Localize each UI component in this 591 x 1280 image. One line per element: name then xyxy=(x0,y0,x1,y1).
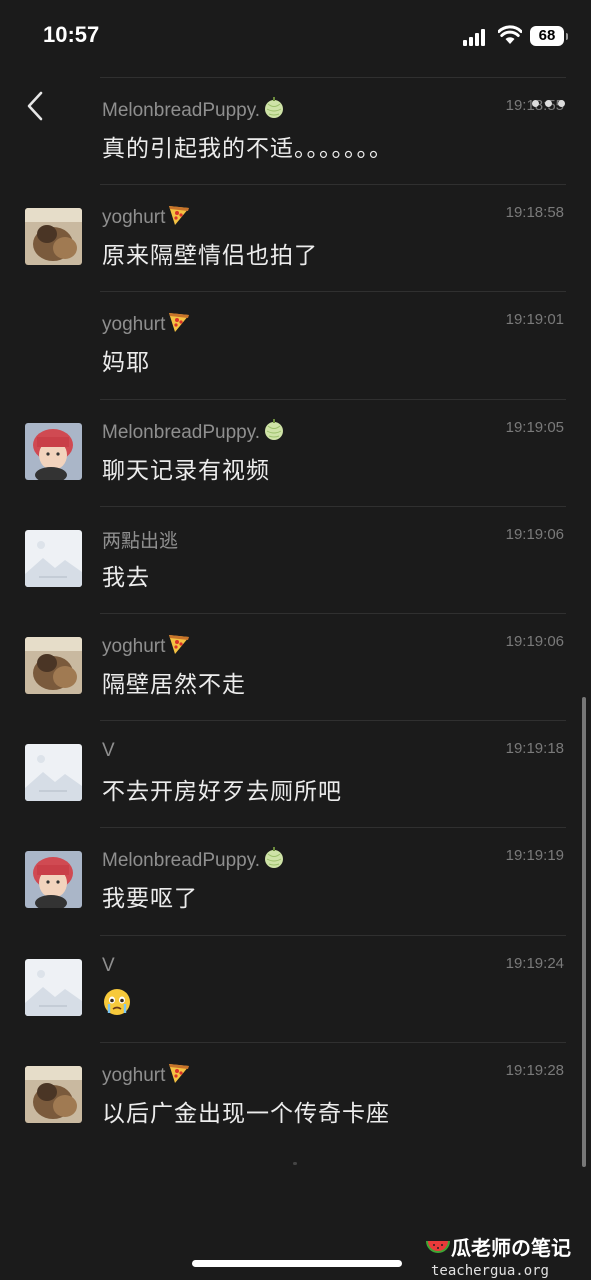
watermark-title-text: 瓜老师の笔记 xyxy=(451,1236,571,1260)
message-timestamp: 19:18:58 xyxy=(505,204,564,222)
more-options-button[interactable] xyxy=(532,100,568,110)
message-text xyxy=(102,987,132,1023)
cellular-signal-icon xyxy=(463,28,489,46)
sender-name[interactable]: yoghurt xyxy=(102,204,191,229)
message-text: 妈耶 xyxy=(102,350,150,377)
sender-name-text: V xyxy=(102,954,115,976)
message-text: 真的引起我的不适。。。。。。。 xyxy=(102,136,393,162)
message-timestamp: 19:19:06 xyxy=(505,633,564,650)
divider xyxy=(100,1041,566,1043)
melon-icon xyxy=(265,97,284,118)
message-item[interactable]: V 19:19:18 不去开房好歹去厕所吧 xyxy=(0,720,591,827)
sender-name[interactable]: yoghurt xyxy=(102,1062,191,1087)
message-timestamp: 19:19:18 xyxy=(505,740,564,758)
melon-icon xyxy=(265,418,284,440)
message-text: 聊天记录有视频 xyxy=(102,457,270,484)
avatar[interactable] xyxy=(25,422,82,480)
message-text: 以后广金出现一个传奇卡座 xyxy=(102,1100,390,1127)
message-text: 我去 xyxy=(102,564,150,591)
divider xyxy=(100,77,566,78)
message-timestamp: 19:19:06 xyxy=(505,525,564,543)
message-item[interactable]: yoghurt 19:18:58 原来隔壁情侣也拍了 xyxy=(0,184,591,291)
crying-face-icon xyxy=(104,988,130,1015)
message-text: 不去开房好歹去厕所吧 xyxy=(102,779,342,806)
pizza-icon xyxy=(169,206,190,226)
message-item[interactable]: yoghurt 19:19:06 隔壁居然不走 xyxy=(0,613,591,720)
sender-name-text: V xyxy=(102,740,115,762)
battery-indicator: 68 xyxy=(530,26,568,46)
sender-name[interactable]: V xyxy=(102,740,115,762)
sender-name-text: yoghurt xyxy=(102,1064,166,1086)
message-text: 原来隔壁情侣也拍了 xyxy=(102,243,318,270)
watermark-url: teachergua.org xyxy=(430,1263,549,1279)
sender-name-text: MelonbreadPuppy. xyxy=(102,100,261,121)
message-timestamp: 19:19:05 xyxy=(505,418,564,436)
message-item[interactable]: yoghurt 19:19:28 以后广金出现一个传奇卡座 xyxy=(0,1041,591,1149)
message-timestamp: 19:19:01 xyxy=(505,311,564,329)
message-item[interactable]: MelonbreadPuppy. 19:19:19 我要呕了 xyxy=(0,827,591,934)
watermelon-icon xyxy=(426,1241,450,1253)
sender-name-text: yoghurt xyxy=(102,636,166,657)
sender-name-text: yoghurt xyxy=(102,314,166,336)
avatar[interactable] xyxy=(25,529,82,587)
sender-name-text: yoghurt xyxy=(102,207,166,229)
divider xyxy=(100,827,566,829)
watermark-title: 瓜老师の笔记 xyxy=(405,1232,571,1261)
sender-name[interactable]: yoghurt xyxy=(102,311,191,336)
divider xyxy=(100,398,566,400)
message-item[interactable]: 两點出逃 19:19:06 我去 xyxy=(0,505,591,613)
sender-name-text: MelonbreadPuppy. xyxy=(102,421,261,443)
scrollbar[interactable] xyxy=(582,697,586,1167)
watermark: 瓜老师の笔记 teachergua.org xyxy=(405,1232,571,1279)
avatar[interactable] xyxy=(25,958,82,1016)
pizza-icon xyxy=(169,313,190,333)
avatar[interactable] xyxy=(25,637,82,694)
sender-name[interactable]: MelonbreadPuppy. xyxy=(102,97,286,122)
avatar[interactable] xyxy=(25,208,82,266)
sender-name[interactable]: yoghurt xyxy=(102,633,191,658)
divider xyxy=(100,934,566,936)
message-text: 隔壁居然不走 xyxy=(102,672,246,698)
list-end-indicator xyxy=(293,1162,297,1165)
melon-icon xyxy=(265,847,284,869)
divider xyxy=(100,613,566,614)
wifi-icon xyxy=(498,25,522,44)
avatar[interactable] xyxy=(25,1065,82,1123)
divider xyxy=(100,291,566,293)
message-timestamp: 19:19:28 xyxy=(505,1061,564,1079)
message-text: 我要呕了 xyxy=(102,886,198,913)
sender-name[interactable]: 两點出逃 xyxy=(102,526,178,553)
status-time: 10:57 xyxy=(43,22,100,47)
message-item[interactable]: V 19:19:24 xyxy=(0,934,591,1042)
pizza-icon xyxy=(169,635,190,654)
divider xyxy=(100,720,566,722)
avatar[interactable] xyxy=(25,851,82,909)
message-item[interactable]: yoghurt 19:19:01 妈耶 xyxy=(0,291,591,398)
sender-name[interactable]: MelonbreadPuppy. xyxy=(102,418,286,444)
message-item[interactable]: MelonbreadPuppy. 19:19:05 聊天记录有视频 xyxy=(0,398,591,506)
pizza-icon xyxy=(169,1063,190,1083)
home-indicator[interactable] xyxy=(192,1260,402,1267)
status-bar: 10:57 68 xyxy=(0,0,591,72)
message-timestamp: 19:19:24 xyxy=(505,954,564,972)
sender-name[interactable]: MelonbreadPuppy. xyxy=(102,847,286,872)
sender-name[interactable]: V xyxy=(102,955,115,977)
message-item[interactable]: MelonbreadPuppy.19:18:55真的引起我的不适。。。。。。。 xyxy=(0,77,591,184)
divider xyxy=(100,184,566,186)
message-timestamp: 19:19:19 xyxy=(505,847,564,865)
avatar[interactable] xyxy=(25,744,82,802)
divider xyxy=(100,505,566,507)
sender-name-text: MelonbreadPuppy. xyxy=(102,850,261,872)
sender-name-text: 两點出逃 xyxy=(102,530,179,552)
